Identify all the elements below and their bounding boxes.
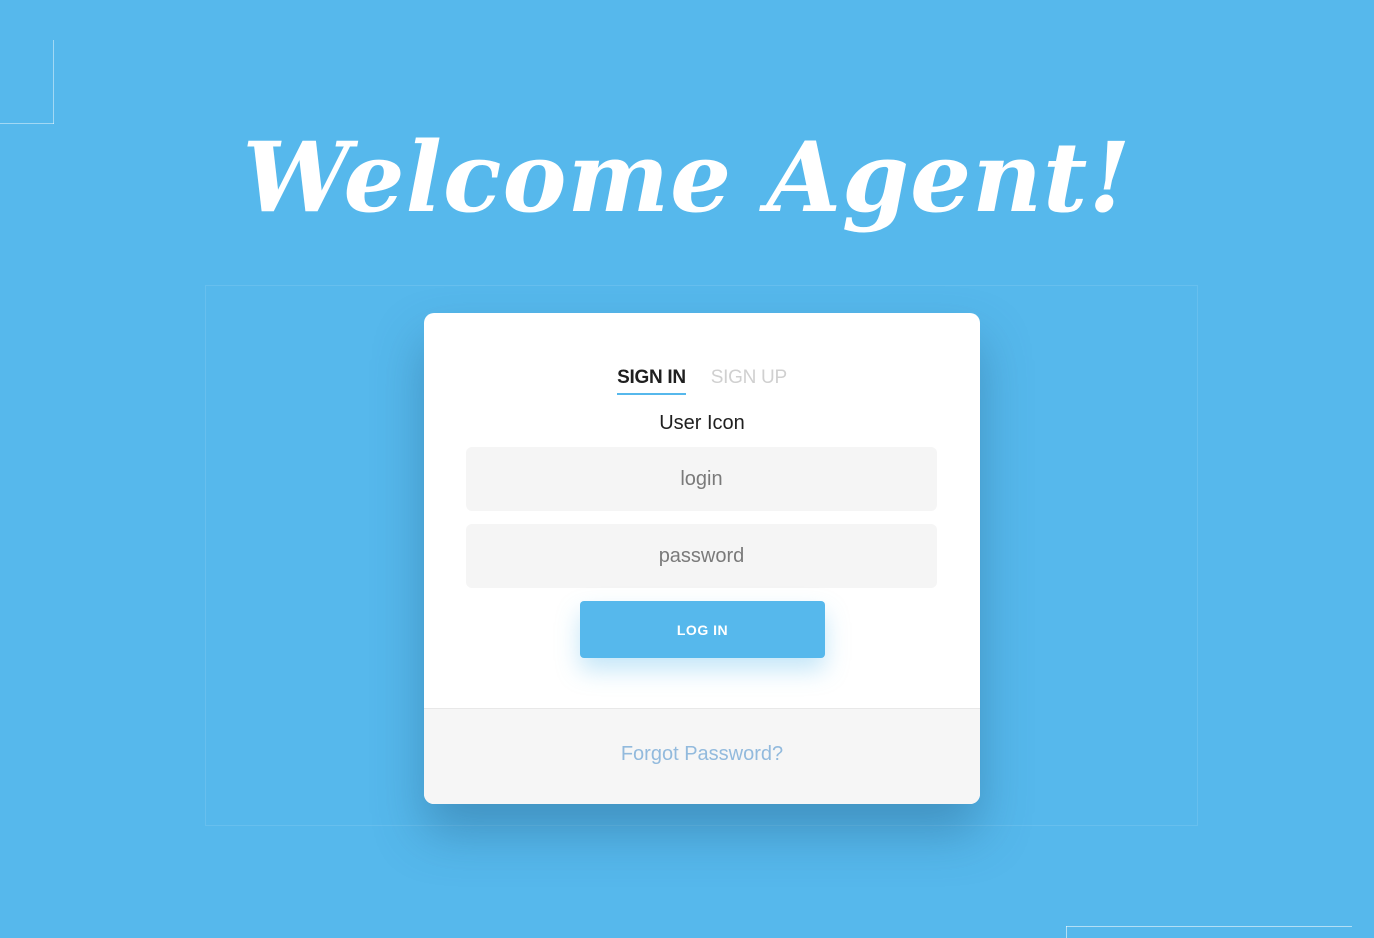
login-input[interactable] [466,447,937,511]
login-card: SIGN IN SIGN UP User Icon LOG IN Forgot … [424,313,980,804]
forgot-password-link[interactable]: Forgot Password? [424,743,980,766]
corner-decoration-line [1066,926,1352,927]
log-in-button[interactable]: LOG IN [580,601,825,658]
password-input[interactable] [466,524,937,588]
user-icon-label: User Icon [659,412,745,434]
tab-sign-in[interactable]: SIGN IN [617,367,686,395]
auth-tabs: SIGN IN SIGN UP [424,367,980,395]
corner-decoration-line [53,40,54,124]
corner-decoration-line [1066,926,1067,938]
card-footer: Forgot Password? [424,708,980,804]
tab-sign-up[interactable]: SIGN UP [711,367,787,393]
welcome-heading: Welcome Agent! [242,121,1132,234]
